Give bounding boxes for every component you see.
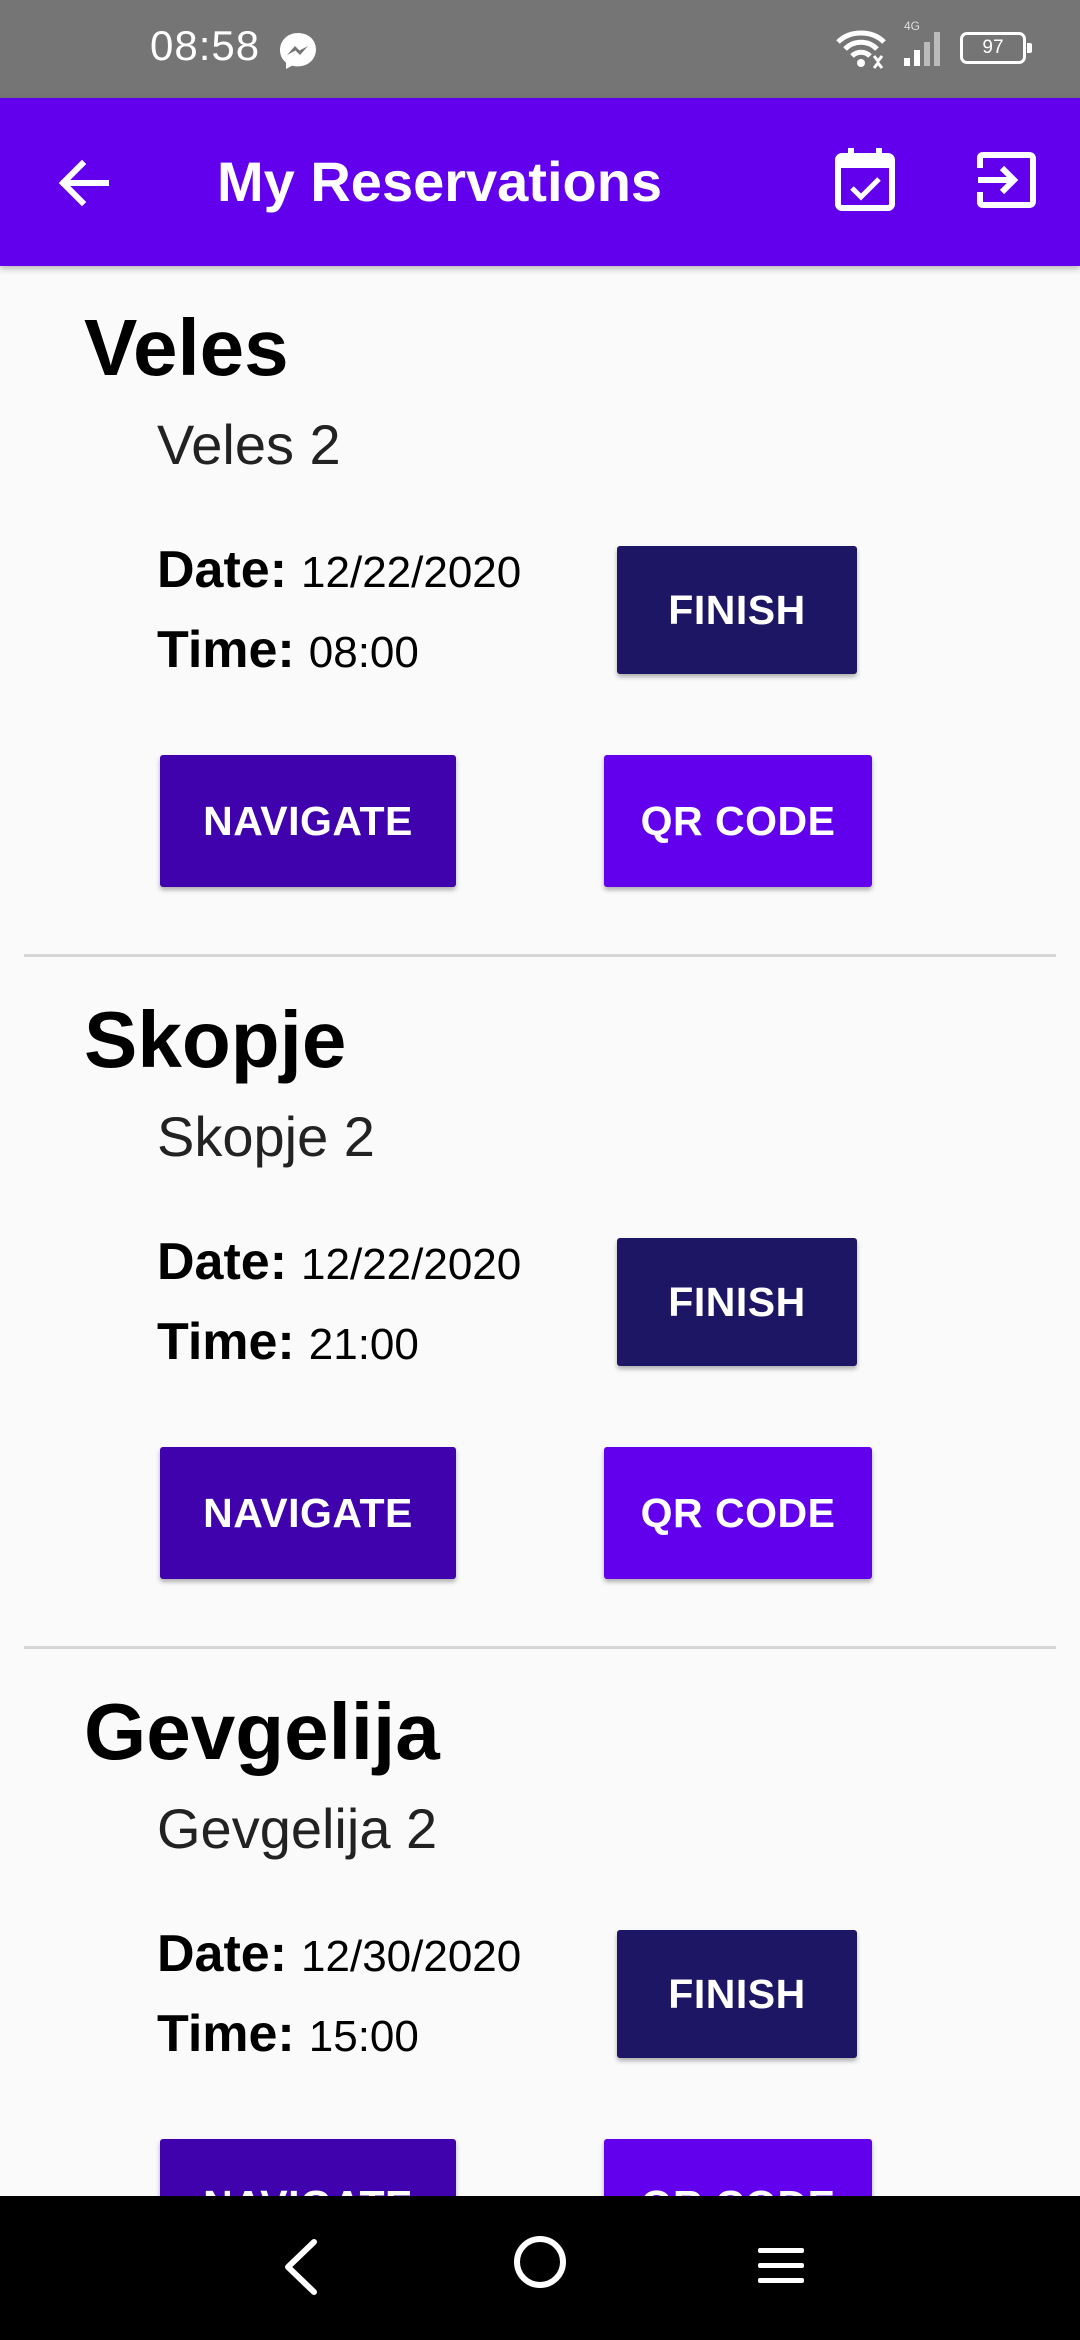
date-label: Date: xyxy=(157,1925,288,1983)
reservation-time-row: Time: 15:00 xyxy=(157,2004,419,2064)
finish-button[interactable]: FINISH xyxy=(617,546,857,674)
calendar-check-icon[interactable] xyxy=(834,146,896,212)
status-time: 08:58 xyxy=(150,22,261,69)
nav-home-icon[interactable] xyxy=(512,2234,568,2290)
time-label: Time: xyxy=(157,621,295,679)
reservation-time-row: Time: 08:00 xyxy=(157,620,419,680)
finish-button[interactable]: FINISH xyxy=(617,1930,857,2058)
reservation-date-row: Date: 12/22/2020 xyxy=(157,540,521,600)
app-bar: My Reservations xyxy=(0,98,1080,266)
battery-icon: 97 xyxy=(960,32,1032,64)
time-value: 08:00 xyxy=(308,628,419,677)
reservation-date-row: Date: 12/30/2020 xyxy=(157,1924,521,1984)
time-label: Time: xyxy=(157,2005,295,2063)
date-value: 12/30/2020 xyxy=(301,1932,522,1981)
arrow-back-icon[interactable] xyxy=(54,154,112,212)
messenger-icon xyxy=(280,33,316,69)
reservation-list: Veles Veles 2 Date: 12/22/2020 Time: 08:00… xyxy=(0,266,1080,2340)
time-value: 21:00 xyxy=(308,1320,419,1369)
reservation-card: Veles Veles 2 Date: 12/22/2020 Time: 08:00… xyxy=(0,266,1080,958)
signal-icon: 4G xyxy=(904,19,940,66)
reservation-branch: Gevgelija 2 xyxy=(157,1797,438,1860)
reservation-time-row: Time: 21:00 xyxy=(157,1312,419,1372)
battery-level: 97 xyxy=(982,37,1004,58)
reservation-card: Skopje Skopje 2 Date: 12/22/2020 Time: 21:… xyxy=(0,958,1080,1650)
screen: 08:58 4G 97 My Reservations Veles Veles … xyxy=(0,0,1080,2340)
reservation-date-row: Date: 12/22/2020 xyxy=(157,1232,521,1292)
finish-button[interactable]: FINISH xyxy=(617,1238,857,1366)
navigate-button[interactable]: NAVIGATE xyxy=(160,755,456,887)
reservation-branch: Skopje 2 xyxy=(157,1105,375,1168)
date-value: 12/22/2020 xyxy=(301,1240,522,1289)
system-nav-bar xyxy=(0,2196,1080,2340)
time-value: 15:00 xyxy=(308,2012,419,2061)
page-title: My Reservations xyxy=(217,150,663,213)
divider xyxy=(24,1646,1056,1649)
wifi-icon xyxy=(836,30,886,69)
nav-back-icon[interactable] xyxy=(278,2236,322,2298)
reservation-city: Gevgelija xyxy=(84,1687,440,1776)
reservation-city: Veles xyxy=(84,303,289,392)
navigate-button[interactable]: NAVIGATE xyxy=(160,1447,456,1579)
svg-text:4G: 4G xyxy=(904,19,920,33)
nav-menu-icon[interactable] xyxy=(756,2244,806,2288)
divider xyxy=(24,954,1056,957)
date-value: 12/22/2020 xyxy=(301,548,522,597)
exit-to-app-icon[interactable] xyxy=(976,152,1036,208)
time-label: Time: xyxy=(157,1313,295,1371)
reservation-branch: Veles 2 xyxy=(157,413,341,476)
date-label: Date: xyxy=(157,541,288,599)
date-label: Date: xyxy=(157,1233,288,1291)
status-bar: 08:58 4G 97 xyxy=(0,0,1080,98)
reservation-city: Skopje xyxy=(84,995,347,1084)
qr-code-button[interactable]: QR CODE xyxy=(604,1447,872,1579)
qr-code-button[interactable]: QR CODE xyxy=(604,755,872,887)
